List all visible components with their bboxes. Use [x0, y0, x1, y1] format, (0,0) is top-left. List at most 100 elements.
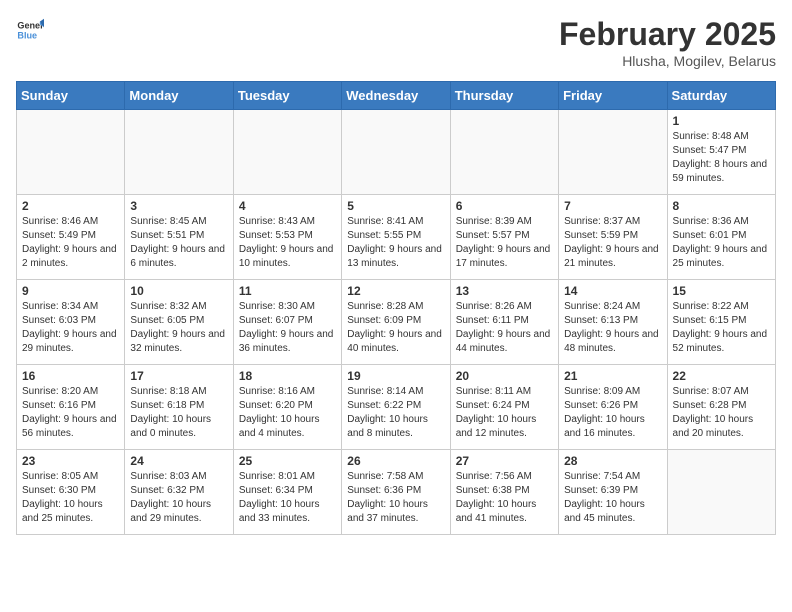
day-cell: 10Sunrise: 8:32 AM Sunset: 6:05 PM Dayli…	[125, 280, 233, 365]
day-cell: 20 Sunrise: 8:11 AM Sunset: 6:24 PM Dayli…	[450, 365, 558, 450]
day-info: Sunrise: 8:01 AM Sunset: 6:34 PM Dayligh…	[239, 470, 336, 526]
column-header-saturday: Saturday	[667, 82, 775, 110]
day-info: Sunrise: 8:39 AM Sunset: 5:57 PM Dayligh…	[456, 215, 553, 271]
day-number: 21	[564, 369, 661, 383]
day-info: Sunrise: 7:56 AM Sunset: 6:38 PM Dayligh…	[456, 470, 553, 526]
day-info: Sunrise: 8:22 AM Sunset: 6:15 PM Dayligh…	[673, 300, 770, 356]
day-info: Sunrise: 8:48 AM Sunset: 5:47 PM Dayligh…	[673, 130, 770, 186]
week-row-3: 9 Sunrise: 8:34 AM Sunset: 6:03 PM Daylig…	[17, 280, 776, 365]
day-info: Sunrise: 8:36 AM Sunset: 6:01 PM Dayligh…	[673, 215, 770, 271]
month-title: February 2025	[559, 16, 776, 53]
day-number: 5	[347, 199, 444, 213]
week-row-1: 1Sunrise: 8:48 AM Sunset: 5:47 PM Daylig…	[17, 110, 776, 195]
svg-text:Blue: Blue	[17, 30, 37, 40]
day-cell: 8 Sunrise: 8:36 AM Sunset: 6:01 PM Daylig…	[667, 195, 775, 280]
title-block: February 2025 Hlusha, Mogilev, Belarus	[559, 16, 776, 69]
day-number: 26	[347, 454, 444, 468]
day-info: Sunrise: 8:14 AM Sunset: 6:22 PM Dayligh…	[347, 385, 444, 441]
day-info: Sunrise: 7:58 AM Sunset: 6:36 PM Dayligh…	[347, 470, 444, 526]
day-info: Sunrise: 8:11 AM Sunset: 6:24 PM Dayligh…	[456, 385, 553, 441]
day-cell: 2Sunrise: 8:46 AM Sunset: 5:49 PM Daylig…	[17, 195, 125, 280]
day-number: 23	[22, 454, 119, 468]
day-cell	[125, 110, 233, 195]
column-header-friday: Friday	[559, 82, 667, 110]
logo: General Blue	[16, 16, 44, 44]
day-cell: 4Sunrise: 8:43 AM Sunset: 5:53 PM Daylig…	[233, 195, 341, 280]
day-number: 25	[239, 454, 336, 468]
day-number: 17	[130, 369, 227, 383]
day-number: 22	[673, 369, 770, 383]
day-cell	[450, 110, 558, 195]
week-row-2: 2Sunrise: 8:46 AM Sunset: 5:49 PM Daylig…	[17, 195, 776, 280]
day-number: 9	[22, 284, 119, 298]
day-number: 7	[564, 199, 661, 213]
day-info: Sunrise: 8:45 AM Sunset: 5:51 PM Dayligh…	[130, 215, 227, 271]
day-cell: 7 Sunrise: 8:37 AM Sunset: 5:59 PM Daylig…	[559, 195, 667, 280]
day-cell	[342, 110, 450, 195]
day-cell: 11 Sunrise: 8:30 AM Sunset: 6:07 PM Dayli…	[233, 280, 341, 365]
day-number: 19	[347, 369, 444, 383]
day-header-row: SundayMondayTuesdayWednesdayThursdayFrid…	[17, 82, 776, 110]
day-info: Sunrise: 8:26 AM Sunset: 6:11 PM Dayligh…	[456, 300, 553, 356]
day-info: Sunrise: 8:37 AM Sunset: 5:59 PM Dayligh…	[564, 215, 661, 271]
day-cell: 21 Sunrise: 8:09 AM Sunset: 6:26 PM Dayli…	[559, 365, 667, 450]
week-row-5: 23Sunrise: 8:05 AM Sunset: 6:30 PM Dayli…	[17, 450, 776, 535]
day-info: Sunrise: 7:54 AM Sunset: 6:39 PM Dayligh…	[564, 470, 661, 526]
page-header: General Blue February 2025 Hlusha, Mogil…	[16, 16, 776, 69]
day-number: 27	[456, 454, 553, 468]
day-cell: 5Sunrise: 8:41 AM Sunset: 5:55 PM Daylig…	[342, 195, 450, 280]
column-header-thursday: Thursday	[450, 82, 558, 110]
day-cell: 28 Sunrise: 7:54 AM Sunset: 6:39 PM Dayli…	[559, 450, 667, 535]
day-number: 13	[456, 284, 553, 298]
day-cell: 27 Sunrise: 7:56 AM Sunset: 6:38 PM Dayli…	[450, 450, 558, 535]
day-cell: 19 Sunrise: 8:14 AM Sunset: 6:22 PM Dayli…	[342, 365, 450, 450]
day-number: 12	[347, 284, 444, 298]
day-info: Sunrise: 8:34 AM Sunset: 6:03 PM Dayligh…	[22, 300, 119, 356]
day-info: Sunrise: 8:30 AM Sunset: 6:07 PM Dayligh…	[239, 300, 336, 356]
day-number: 16	[22, 369, 119, 383]
week-row-4: 16 Sunrise: 8:20 AM Sunset: 6:16 PM Dayli…	[17, 365, 776, 450]
column-header-wednesday: Wednesday	[342, 82, 450, 110]
day-cell: 1Sunrise: 8:48 AM Sunset: 5:47 PM Daylig…	[667, 110, 775, 195]
day-info: Sunrise: 8:43 AM Sunset: 5:53 PM Dayligh…	[239, 215, 336, 271]
day-cell	[233, 110, 341, 195]
day-info: Sunrise: 8:18 AM Sunset: 6:18 PM Dayligh…	[130, 385, 227, 441]
day-number: 3	[130, 199, 227, 213]
day-cell: 13 Sunrise: 8:26 AM Sunset: 6:11 PM Dayli…	[450, 280, 558, 365]
day-cell: 17 Sunrise: 8:18 AM Sunset: 6:18 PM Dayli…	[125, 365, 233, 450]
day-cell: 18 Sunrise: 8:16 AM Sunset: 6:20 PM Dayli…	[233, 365, 341, 450]
day-info: Sunrise: 8:24 AM Sunset: 6:13 PM Dayligh…	[564, 300, 661, 356]
day-cell: 23Sunrise: 8:05 AM Sunset: 6:30 PM Dayli…	[17, 450, 125, 535]
day-cell: 12 Sunrise: 8:28 AM Sunset: 6:09 PM Dayli…	[342, 280, 450, 365]
day-cell: 3 Sunrise: 8:45 AM Sunset: 5:51 PM Daylig…	[125, 195, 233, 280]
day-cell: 22Sunrise: 8:07 AM Sunset: 6:28 PM Dayli…	[667, 365, 775, 450]
column-header-monday: Monday	[125, 82, 233, 110]
day-number: 14	[564, 284, 661, 298]
day-cell	[17, 110, 125, 195]
day-cell: 16 Sunrise: 8:20 AM Sunset: 6:16 PM Dayli…	[17, 365, 125, 450]
day-number: 18	[239, 369, 336, 383]
day-info: Sunrise: 8:28 AM Sunset: 6:09 PM Dayligh…	[347, 300, 444, 356]
day-info: Sunrise: 8:20 AM Sunset: 6:16 PM Dayligh…	[22, 385, 119, 441]
day-number: 6	[456, 199, 553, 213]
day-cell	[559, 110, 667, 195]
day-number: 28	[564, 454, 661, 468]
column-header-tuesday: Tuesday	[233, 82, 341, 110]
day-number: 24	[130, 454, 227, 468]
day-number: 11	[239, 284, 336, 298]
day-number: 8	[673, 199, 770, 213]
day-info: Sunrise: 8:16 AM Sunset: 6:20 PM Dayligh…	[239, 385, 336, 441]
day-cell	[667, 450, 775, 535]
column-header-sunday: Sunday	[17, 82, 125, 110]
day-number: 15	[673, 284, 770, 298]
day-cell: 9 Sunrise: 8:34 AM Sunset: 6:03 PM Daylig…	[17, 280, 125, 365]
day-info: Sunrise: 8:09 AM Sunset: 6:26 PM Dayligh…	[564, 385, 661, 441]
day-cell: 24 Sunrise: 8:03 AM Sunset: 6:32 PM Dayli…	[125, 450, 233, 535]
day-cell: 26 Sunrise: 7:58 AM Sunset: 6:36 PM Dayli…	[342, 450, 450, 535]
day-cell: 14 Sunrise: 8:24 AM Sunset: 6:13 PM Dayli…	[559, 280, 667, 365]
day-info: Sunrise: 8:32 AM Sunset: 6:05 PM Dayligh…	[130, 300, 227, 356]
day-number: 20	[456, 369, 553, 383]
day-cell: 6 Sunrise: 8:39 AM Sunset: 5:57 PM Daylig…	[450, 195, 558, 280]
location: Hlusha, Mogilev, Belarus	[559, 53, 776, 69]
day-info: Sunrise: 8:03 AM Sunset: 6:32 PM Dayligh…	[130, 470, 227, 526]
